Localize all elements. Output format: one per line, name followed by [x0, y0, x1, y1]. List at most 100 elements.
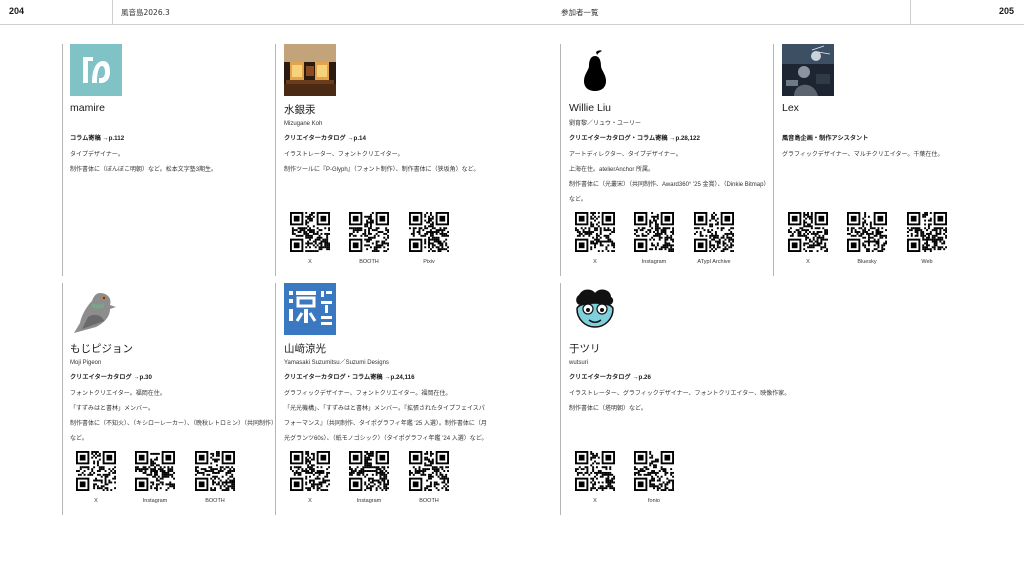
- avatar: [569, 44, 621, 96]
- header-divider: [112, 0, 113, 24]
- participant-role: クリエイターカタログ →p.14: [284, 135, 366, 142]
- qr-code-icon: [634, 451, 674, 491]
- qr-link[interactable]: BOOTH: [399, 451, 459, 504]
- participant-reading: Moji Pigeon: [70, 360, 102, 366]
- column-divider: [560, 283, 561, 515]
- qr-code-icon: [409, 212, 449, 252]
- header-divider: [910, 0, 911, 24]
- qr-label: BOOTH: [205, 498, 225, 504]
- qr-link[interactable]: Instagram: [339, 451, 399, 504]
- avatar: [284, 44, 336, 96]
- description-line: フォーマンス』（共同制作、タイポグラフィ年鑑 '25 入選）。制作書体に（月: [284, 421, 487, 427]
- participant-description: フォントクリエイター。福岡在住。 「すずみはと書林」メンバー。 制作書体に（不知…: [70, 387, 278, 447]
- character-icon: [569, 283, 621, 335]
- qr-link[interactable]: BOOTH: [185, 451, 245, 504]
- qr-code-icon: [788, 212, 828, 252]
- avatar: [569, 283, 621, 335]
- column-divider: [62, 44, 63, 276]
- qr-code-icon: [634, 212, 674, 252]
- qr-link[interactable]: X: [778, 212, 838, 265]
- section-title: 参加者一覧: [561, 8, 599, 17]
- avatar: [284, 283, 336, 335]
- qr-code-icon: [847, 212, 887, 252]
- pear-icon: [569, 44, 621, 96]
- description-line: 上海在住。atelierAnchor 所属。: [569, 167, 655, 173]
- qr-link[interactable]: Pixiv: [399, 212, 459, 265]
- description-line: タイプデザイナー。: [70, 152, 124, 158]
- qr-code-icon: [409, 451, 449, 491]
- description-line: 制作ツールに『P-Glyph』（フォント制作）、制作書体に（狭坂角）など。: [284, 167, 480, 173]
- description-line: 制作書体に（塔明朝）など。: [569, 406, 647, 412]
- qr-label: X: [593, 498, 597, 504]
- qr-label: Instagram: [356, 498, 382, 504]
- qr-code-icon: [907, 212, 947, 252]
- participant-reading: [782, 118, 977, 130]
- qr-link[interactable]: Bluesky: [837, 212, 897, 265]
- description-line: など。: [70, 436, 88, 442]
- qr-link[interactable]: ATypI Archive: [684, 212, 744, 265]
- description-line: アートディレクター、タイプデザイナー。: [569, 152, 682, 158]
- description-line: 光グランツ60s）、（紙モノゴシック）（タイポグラフィ年鑑 '24 入選）など。: [284, 436, 488, 442]
- qr-label: Instagram: [641, 259, 667, 265]
- description-line: 制作書体に（光叢宋）（共同制作、Award360° '25 金賞）、（Dinki…: [569, 182, 770, 188]
- qr-label: BOOTH: [419, 498, 439, 504]
- participant-description: イラストレーター、グラフィックデザイナー、フォントクリエイター、映像作家。 制作…: [569, 387, 791, 417]
- qr-label: X: [806, 259, 810, 265]
- qr-label: Web: [921, 259, 933, 265]
- qr-label: ATypI Archive: [697, 259, 731, 265]
- participant-description: グラフィックデザイナー、フォントクリエイター。福岡在住。 「光光機構」、「すずみ…: [284, 387, 488, 447]
- participant-role: 風音島企画・制作アシスタント: [782, 135, 869, 142]
- description-line: など。: [569, 197, 587, 203]
- qr-code-icon: [349, 212, 389, 252]
- qr-code-icon: [575, 212, 615, 252]
- participant-reading: Yamasaki Suzumitsu／Suzumi Designs: [284, 360, 389, 366]
- qr-link[interactable]: Web: [897, 212, 957, 265]
- qr-link[interactable]: X: [280, 212, 340, 265]
- qr-label: X: [94, 498, 98, 504]
- participant-name: 山﨑涼光: [284, 343, 326, 355]
- participant-name: mamire: [70, 102, 106, 114]
- qr-link[interactable]: BOOTH: [339, 212, 399, 265]
- qr-link[interactable]: fonio: [624, 451, 684, 504]
- page-header: 204 風音島2026.3 参加者一覧 205: [0, 0, 1024, 25]
- description-line: 制作書体に（不知火）、（キシローレーカー）、（晩秋レトロミン）（共同制作）: [70, 421, 278, 427]
- qr-label: X: [593, 259, 597, 265]
- photo-icon: [782, 44, 834, 96]
- qr-label: X: [308, 259, 312, 265]
- qr-link[interactable]: X: [280, 451, 340, 504]
- participant-name: 水銀汞: [284, 104, 316, 116]
- link-qr-row: X BOOTH Pixiv: [284, 212, 484, 272]
- magazine-title: 風音島2026.3: [121, 8, 170, 17]
- qr-link[interactable]: X: [66, 451, 126, 504]
- participant-reading: 劉育黎／リュウ・ユーリー: [569, 121, 642, 127]
- qr-link[interactable]: X: [565, 451, 625, 504]
- link-qr-row: X Instagram BOOTH: [70, 451, 270, 511]
- participant-reading: Mizugane Koh: [284, 121, 323, 127]
- participant-description: アートディレクター、タイプデザイナー。 上海在住。atelierAnchor 所…: [569, 148, 770, 208]
- link-qr-row: X fonio: [569, 451, 769, 511]
- qr-link[interactable]: X: [565, 212, 625, 265]
- column-divider: [773, 44, 774, 276]
- description-line: イラストレーター、グラフィックデザイナー、フォントクリエイター、映像作家。: [569, 391, 791, 397]
- column-divider: [62, 283, 63, 515]
- description-line: 「すずみはと書林」メンバー。: [70, 406, 154, 412]
- qr-code-icon: [349, 451, 389, 491]
- qr-link[interactable]: Instagram: [125, 451, 185, 504]
- description-line: イラストレーター、フォントクリエイター。: [284, 152, 404, 158]
- logo-icon: [70, 44, 122, 96]
- qr-code-icon: [135, 451, 175, 491]
- logo-icon: [284, 283, 336, 335]
- qr-label: BOOTH: [359, 259, 379, 265]
- qr-link[interactable]: Instagram: [624, 212, 684, 265]
- participant-name: 于ツリ: [569, 343, 601, 355]
- description-line: 制作書体に（ぼんぼこ明朝）など。松本文字塾3期生。: [70, 167, 218, 173]
- avatar: [70, 44, 122, 96]
- link-qr-row: X Instagram BOOTH: [284, 451, 484, 511]
- participant-reading: wutsuri: [569, 360, 589, 366]
- qr-code-icon: [195, 451, 235, 491]
- qr-code-icon: [290, 212, 330, 252]
- avatar: [782, 44, 834, 96]
- participant-role: コラム寄稿 →p.112: [70, 135, 125, 142]
- avatar: [70, 283, 122, 335]
- participant-role: クリエイターカタログ・コラム寄稿 →p.28,122: [569, 135, 700, 142]
